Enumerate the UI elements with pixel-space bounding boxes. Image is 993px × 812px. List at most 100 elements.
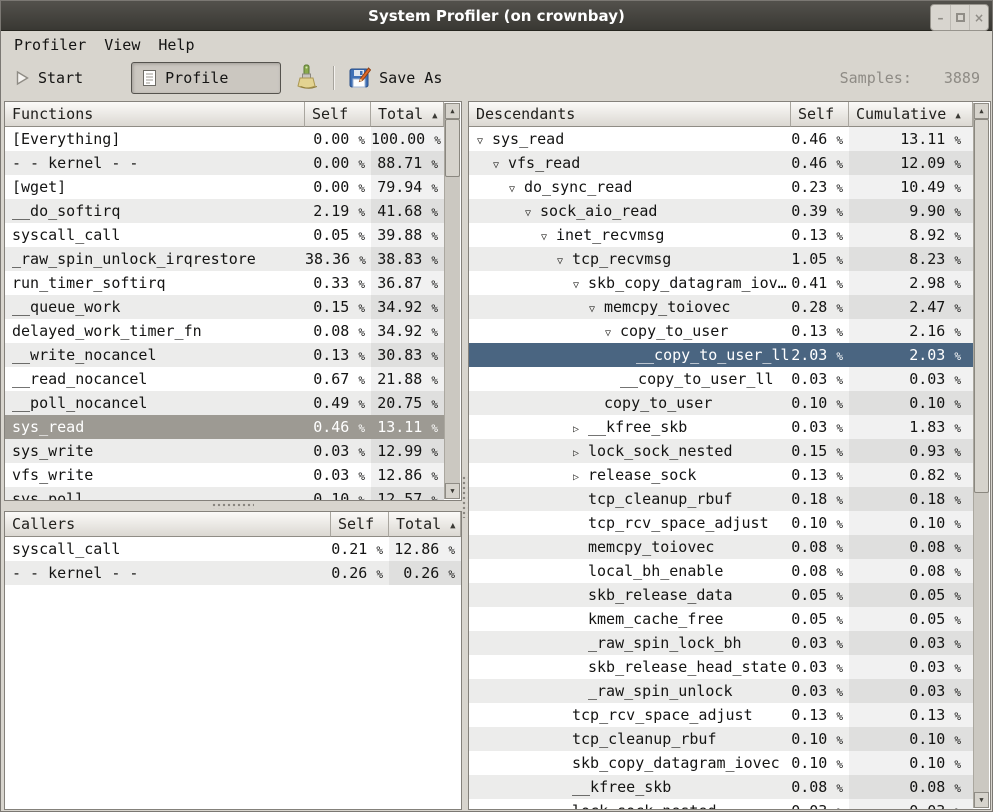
column-header-self[interactable]: Self [331,512,389,537]
column-header-cumulative[interactable]: Cumulative▲ [849,102,973,127]
table-row[interactable]: ▽sock_aio_read0.39 %9.90 % [469,199,973,223]
table-row[interactable]: ▽skb_copy_datagram_iov…0.41 %2.98 % [469,271,973,295]
table-row[interactable]: __kfree_skb0.08 %0.08 % [469,775,973,799]
table-row[interactable]: skb_release_data0.05 %0.05 % [469,583,973,607]
table-row[interactable]: ▽vfs_read0.46 %12.09 % [469,151,973,175]
total-value: 79.94 % [371,175,444,199]
save-as-button[interactable]: Save As [349,67,442,89]
scroll-up-button[interactable]: ▲ [974,103,989,119]
percent-sign: % [358,158,365,171]
table-row[interactable]: ▽copy_to_user0.13 %2.16 % [469,319,973,343]
scroll-up-button[interactable]: ▲ [445,103,460,119]
percent-sign: % [836,206,843,219]
scrollbar-thumb[interactable] [445,119,460,177]
table-row[interactable]: sys_read0.46 %13.11 % [5,415,444,439]
column-header-self[interactable]: Self [305,102,371,127]
table-row[interactable]: kmem_cache_free0.05 %0.05 % [469,607,973,631]
close-button[interactable]: × [969,5,988,30]
table-row[interactable]: [wget]0.00 %79.94 % [5,175,444,199]
table-row[interactable]: - - kernel - -0.00 %88.71 % [5,151,444,175]
clear-button[interactable] [295,64,317,92]
table-row[interactable]: __copy_to_user_ll2.03 %2.03 % [469,343,973,367]
start-button[interactable]: Start [15,69,83,87]
table-row[interactable]: syscall_call0.05 %39.88 % [5,223,444,247]
scroll-down-button[interactable]: ▼ [445,483,460,499]
column-header-self[interactable]: Self [791,102,849,127]
table-row[interactable]: ▽do_sync_read0.23 %10.49 % [469,175,973,199]
menu-item-view[interactable]: View [95,34,149,56]
table-row[interactable]: ▷__kfree_skb0.03 %1.83 % [469,415,973,439]
column-header-callers[interactable]: Callers [5,512,331,537]
table-row[interactable]: vfs_write0.03 %12.86 % [5,463,444,487]
table-row[interactable]: lock_sock_nested0.03 %0.03 % [469,799,973,809]
table-row[interactable]: __write_nocancel0.13 %30.83 % [5,343,444,367]
column-header-total[interactable]: Total▲ [371,102,444,127]
menu-item-profiler[interactable]: Profiler [5,34,95,56]
table-row[interactable]: __read_nocancel0.67 %21.88 % [5,367,444,391]
expander-open-icon[interactable]: ▽ [477,130,492,151]
table-row[interactable]: copy_to_user0.10 %0.10 % [469,391,973,415]
table-row[interactable]: __queue_work0.15 %34.92 % [5,295,444,319]
table-row[interactable]: run_timer_softirq0.33 %36.87 % [5,271,444,295]
table-row[interactable]: syscall_call0.21 %12.86 % [5,537,461,561]
expander-closed-icon[interactable]: ▷ [573,466,588,487]
table-row[interactable]: tcp_cleanup_rbuf0.18 %0.18 % [469,487,973,511]
expander-open-icon[interactable]: ▽ [573,274,588,295]
expander-open-icon[interactable]: ▽ [525,202,540,223]
table-row[interactable]: skb_release_head_state0.03 %0.03 % [469,655,973,679]
expander-open-icon[interactable]: ▽ [509,178,524,199]
table-row[interactable]: memcpy_toiovec0.08 %0.08 % [469,535,973,559]
percent-sign: % [954,326,961,339]
table-row[interactable]: sys_write0.03 %12.99 % [5,439,444,463]
expander-open-icon[interactable]: ▽ [605,322,620,343]
table-row[interactable]: ▽inet_recvmsg0.13 %8.92 % [469,223,973,247]
menu-item-help[interactable]: Help [149,34,203,56]
table-row[interactable]: sys_poll0.10 %12.57 % [5,487,444,500]
scroll-down-button[interactable]: ▼ [974,792,989,808]
table-row[interactable]: __copy_to_user_ll0.03 %0.03 % [469,367,973,391]
table-row[interactable]: ▷lock_sock_nested0.15 %0.93 % [469,439,973,463]
table-row[interactable]: ▷release_sock0.13 %0.82 % [469,463,973,487]
table-row[interactable]: tcp_rcv_space_adjust0.13 %0.13 % [469,703,973,727]
table-row[interactable]: skb_copy_datagram_iovec0.10 %0.10 % [469,751,973,775]
percent-sign: % [431,374,438,387]
expander-closed-icon[interactable]: ▷ [573,442,588,463]
function-name: kmem_cache_free [588,610,723,628]
profile-toggle-button[interactable]: Profile [131,62,281,94]
column-header-total[interactable]: Total▲ [389,512,461,537]
column-header-functions[interactable]: Functions [5,102,305,127]
scrollbar-thumb[interactable] [974,119,989,493]
pane-splitter-horizontal[interactable] [4,501,462,511]
table-row[interactable]: _raw_spin_unlock_irqrestore38.36 %38.83 … [5,247,444,271]
table-row[interactable]: tcp_cleanup_rbuf0.10 %0.10 % [469,727,973,751]
functions-scrollbar[interactable]: ▲ ▼ [444,103,460,499]
percent-sign: % [836,278,843,291]
table-row[interactable]: ▽memcpy_toiovec0.28 %2.47 % [469,295,973,319]
table-row[interactable]: local_bh_enable0.08 %0.08 % [469,559,973,583]
minimize-button[interactable]: – [931,5,950,30]
descendants-scrollbar[interactable]: ▲ ▼ [973,103,989,808]
expander-open-icon[interactable]: ▽ [557,250,572,271]
table-row[interactable]: __do_softirq2.19 %41.68 % [5,199,444,223]
name-cell: memcpy_toiovec [469,535,791,559]
table-row[interactable]: ▽sys_read0.46 %13.11 % [469,127,973,151]
expander-open-icon[interactable]: ▽ [493,154,508,175]
table-row[interactable]: ▽tcp_recvmsg1.05 %8.23 % [469,247,973,271]
expander-open-icon[interactable]: ▽ [589,298,604,319]
expander-closed-icon[interactable]: ▷ [573,418,588,439]
self-value: 0.13 % [791,319,849,343]
maximize-button[interactable] [950,5,969,30]
table-row[interactable]: [Everything]0.00 %100.00 % [5,127,444,151]
table-row[interactable]: - - kernel - -0.26 %0.26 % [5,561,461,585]
percent-sign: % [836,734,843,747]
table-row[interactable]: _raw_spin_unlock0.03 %0.03 % [469,679,973,703]
table-row[interactable]: _raw_spin_lock_bh0.03 %0.03 % [469,631,973,655]
total-value: 0.26 % [389,561,461,585]
table-row[interactable]: __poll_nocancel0.49 %20.75 % [5,391,444,415]
table-row[interactable]: tcp_rcv_space_adjust0.10 %0.10 % [469,511,973,535]
toolbar: Start Profile [1,58,992,98]
table-row[interactable]: delayed_work_timer_fn0.08 %34.92 % [5,319,444,343]
column-header-descendants[interactable]: Descendants [469,102,791,127]
expander-open-icon[interactable]: ▽ [541,226,556,247]
name-cell: __do_softirq [5,199,305,223]
